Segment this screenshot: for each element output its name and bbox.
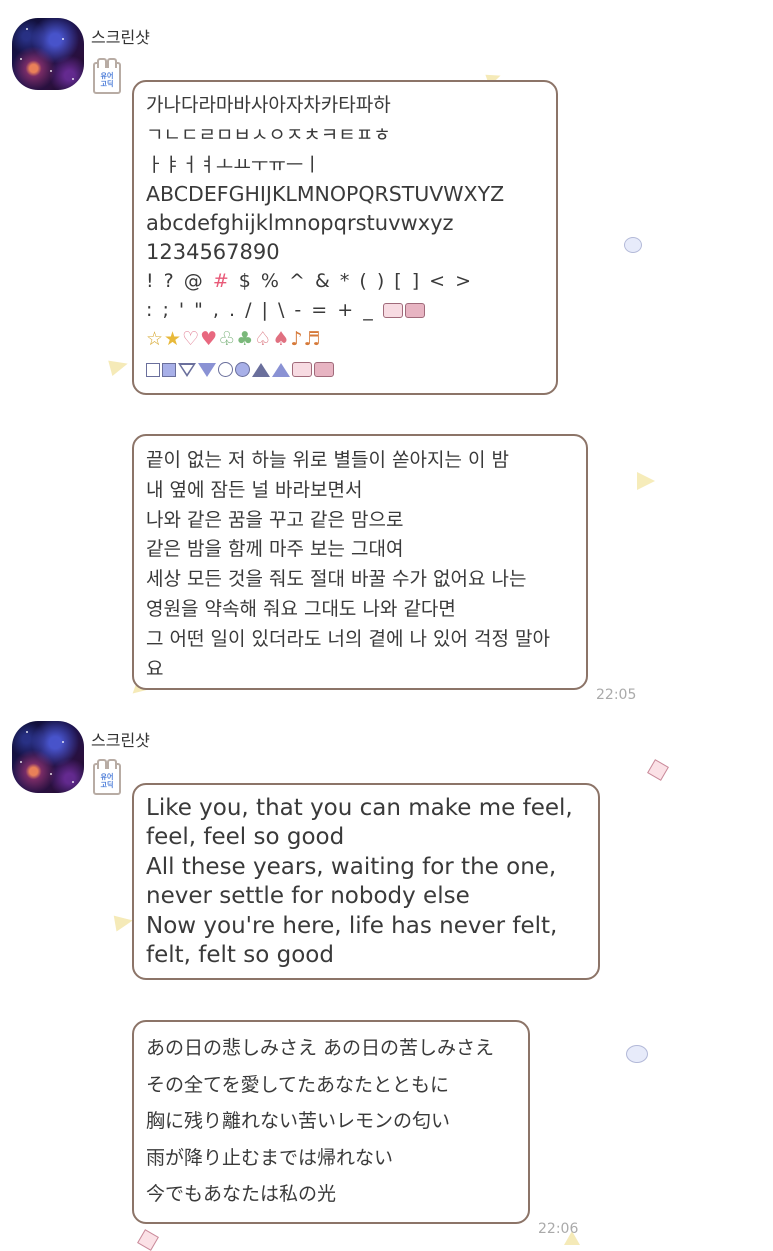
lowercase-alphabet: abcdefghijklmnopqrstuvwxyz bbox=[146, 211, 454, 235]
deco-triangle bbox=[113, 912, 135, 932]
triangle-up-filled-icon bbox=[272, 362, 290, 377]
message-bubble[interactable]: あの日の悲しみさえ あの日の苦しみさえ その全てを愛してたあなたとともに 胸に残… bbox=[132, 1020, 530, 1224]
icons-row-1: ☆★♡♥♧♣♤♠♪♬ bbox=[146, 325, 544, 354]
message-bubble[interactable]: Like you, that you can make me feel, fee… bbox=[132, 783, 600, 980]
digits: 1234567890 bbox=[146, 240, 280, 264]
symbols-row-1: ! ? @ # $ % ^ & * ( ) [ ] < > bbox=[146, 267, 544, 296]
phone-filled-icon bbox=[314, 362, 334, 377]
lyric-line: 내 옆에 잠든 널 바라보면서 bbox=[146, 478, 363, 501]
heart-outline-icon: ♡ bbox=[182, 328, 200, 350]
icons-row-2 bbox=[146, 354, 544, 383]
lyric-line: Like you, that you can make me feel, bbox=[146, 795, 573, 821]
deco-triangle bbox=[637, 472, 655, 490]
message-bubble[interactable]: 끝이 없는 저 하늘 위로 별들이 쏟아지는 이 밤 내 옆에 잠든 널 바라보… bbox=[132, 434, 588, 690]
star-outline-icon: ☆ bbox=[146, 328, 164, 350]
lyric-line: 今でもあなたは私の光 bbox=[146, 1183, 337, 1205]
phone-outline-icon bbox=[292, 362, 312, 377]
square-filled-icon bbox=[162, 362, 176, 377]
symbols-text: : ; ' " , . / | \ - = + _ bbox=[146, 299, 375, 321]
triangle-up-outline-icon bbox=[252, 362, 270, 377]
star-filled-icon: ★ bbox=[164, 328, 182, 350]
timestamp: 22:06 bbox=[538, 1221, 579, 1237]
triangle-down-filled-icon bbox=[198, 362, 216, 377]
font-badge-icon: 유어 고딕 bbox=[93, 58, 121, 94]
deco-diamond bbox=[647, 759, 669, 781]
deco-triangle bbox=[108, 355, 130, 377]
deco-circle bbox=[626, 1045, 648, 1063]
symbols-row-2: : ; ' " , . / | \ - = + _ bbox=[146, 296, 544, 325]
lyric-line: 같은 밤을 함께 마주 보는 그대여 bbox=[146, 538, 404, 561]
hangul-vowels: ㅏㅑㅓㅕㅗㅛㅜㅠㅡㅣ bbox=[146, 154, 321, 176]
lyric-line: All these years, waiting for the one, bbox=[146, 853, 557, 880]
triangle-down-outline-icon bbox=[178, 362, 196, 377]
lyric-line: あの日の悲しみさえ あの日の苦しみさえ bbox=[146, 1037, 495, 1059]
lyric-line: 영원을 약속해 줘요 그대도 나와 같다면 bbox=[146, 597, 456, 620]
font-badge-icon: 유어 고딕 bbox=[93, 759, 121, 795]
avatar[interactable] bbox=[12, 721, 84, 793]
heart-filled-icon: ♥ bbox=[200, 328, 218, 350]
lyric-line: 나와 같은 꿈을 꾸고 같은 맘으로 bbox=[146, 508, 404, 531]
club-filled-icon: ♣ bbox=[236, 328, 254, 350]
lyric-line: felt, felt so good bbox=[146, 942, 334, 969]
lyric-line: 세상 모든 것을 줘도 절대 바꿀 수가 없어요 나는 bbox=[146, 568, 527, 591]
lyric-line: 요 bbox=[146, 657, 164, 680]
lyric-line: 끝이 없는 저 하늘 위로 별들이 쏟아지는 이 밤 bbox=[146, 449, 509, 471]
lyric-line: never settle for nobody else bbox=[146, 883, 470, 910]
timestamp: 22:05 bbox=[596, 687, 637, 703]
shirt-outline-icon bbox=[382, 303, 403, 318]
hangul-consonants: ㄱㄴㄷㄹㅁㅂㅅㅇㅈㅊㅋㅌㅍㅎ bbox=[146, 124, 391, 146]
lyric-line: 雨が降り止むまでは帰れない bbox=[146, 1146, 394, 1169]
square-outline-icon bbox=[146, 362, 160, 377]
sender-name: 스크린샷 bbox=[91, 28, 150, 47]
club-outline-icon: ♧ bbox=[218, 328, 236, 350]
note-single-icon: ♪ bbox=[290, 328, 303, 350]
symbols-part-b: $ % ^ & * ( ) [ ] < > bbox=[230, 270, 474, 292]
hangul-syllables: 가나다라마바사아자차카타파하 bbox=[146, 94, 391, 116]
deco-diamond bbox=[137, 1229, 159, 1251]
lyric-line: その全てを愛してたあなたとともに bbox=[146, 1073, 450, 1096]
deco-circle bbox=[624, 237, 642, 253]
uppercase-alphabet: ABCDEFGHIJKLMNOPQRSTUVWXYZ bbox=[146, 182, 505, 206]
symbols-part-a: ! ? @ bbox=[146, 270, 213, 292]
message-bubble[interactable]: 가나다라마바사아자차카타파하 ㄱㄴㄷㄹㅁㅂㅅㅇㅈㅊㅋㅌㅍㅎ ㅏㅑㅓㅕㅗㅛㅜㅠㅡㅣ… bbox=[132, 80, 558, 395]
circle-filled-icon bbox=[235, 362, 250, 377]
lyric-line: 그 어떤 일이 있더라도 너의 곁에 나 있어 걱정 말아 bbox=[146, 627, 550, 650]
hash-symbol: # bbox=[212, 270, 231, 292]
sender-name: 스크린샷 bbox=[91, 731, 150, 750]
spade-outline-icon: ♤ bbox=[254, 328, 272, 350]
shirt-filled-icon bbox=[404, 303, 425, 318]
avatar[interactable] bbox=[12, 18, 84, 90]
spade-filled-icon: ♠ bbox=[272, 328, 290, 350]
lyric-line: Now you're here, life has never felt, bbox=[146, 912, 558, 939]
lyric-line: 胸に残り離れない苦いレモンの匂い bbox=[146, 1110, 451, 1132]
lyric-line: feel, feel so good bbox=[146, 824, 345, 851]
note-double-icon: ♬ bbox=[303, 328, 321, 350]
circle-outline-icon bbox=[218, 362, 233, 377]
